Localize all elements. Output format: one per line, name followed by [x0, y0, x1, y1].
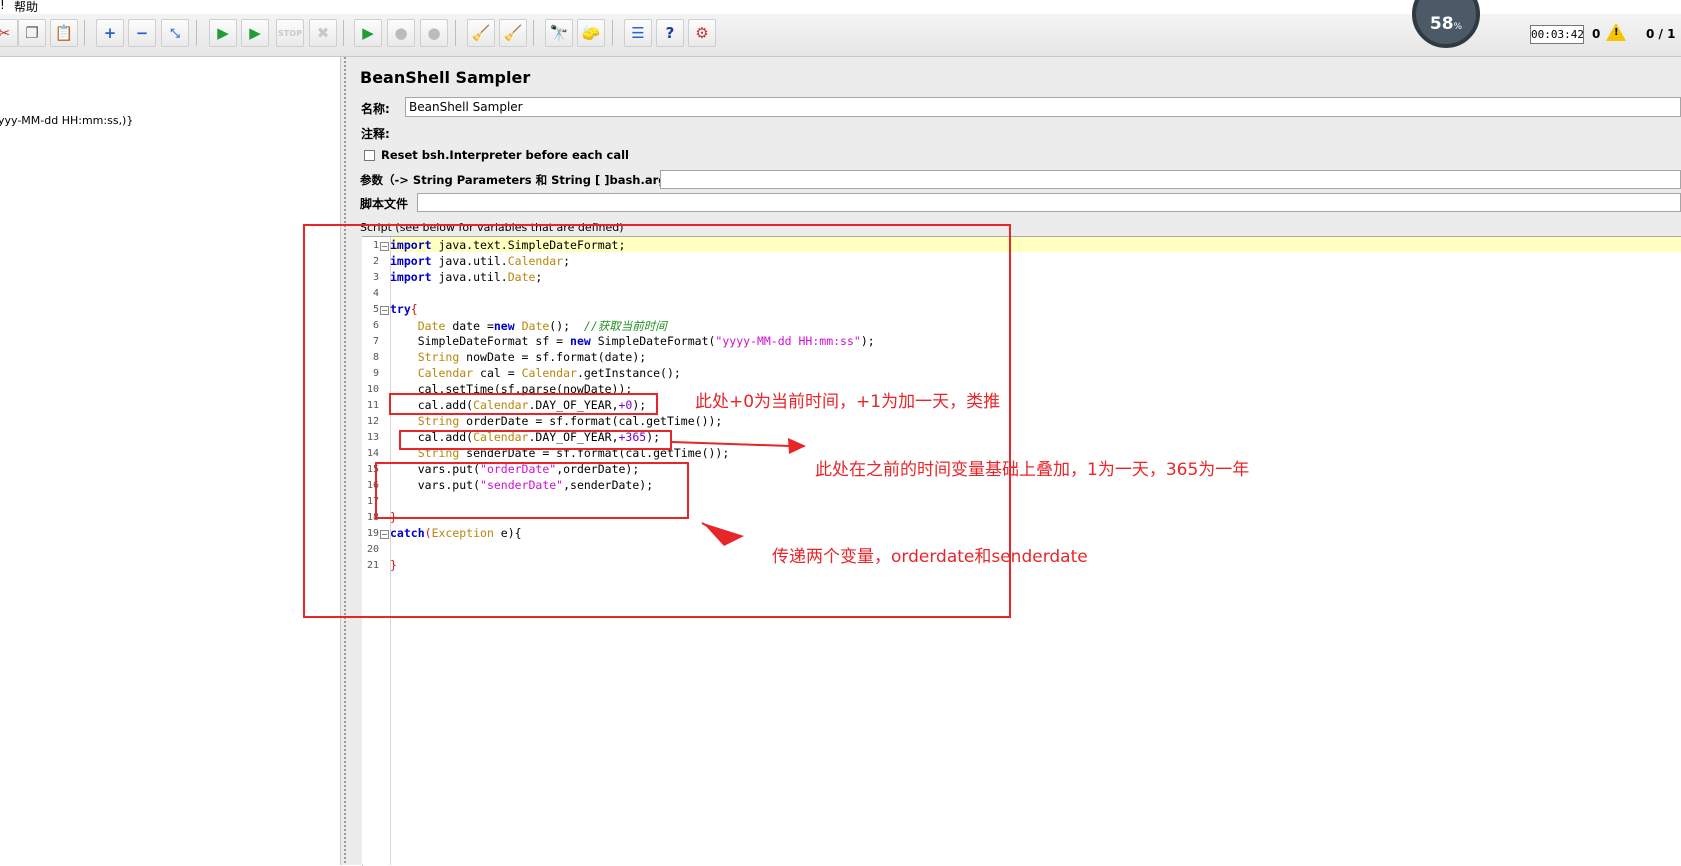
annotation-note-2: 此处在之前的时间变量基础上叠加，1为一天，365为一年: [815, 460, 1250, 480]
annotation-arrows: [671, 438, 806, 546]
arrow-head-icon: [788, 438, 806, 454]
annotation-note-1: 此处+0为当前时间，+1为加一天，类推: [695, 392, 1001, 412]
annotation-note-3: 传递两个变量，orderdate和senderdate: [772, 547, 1088, 567]
